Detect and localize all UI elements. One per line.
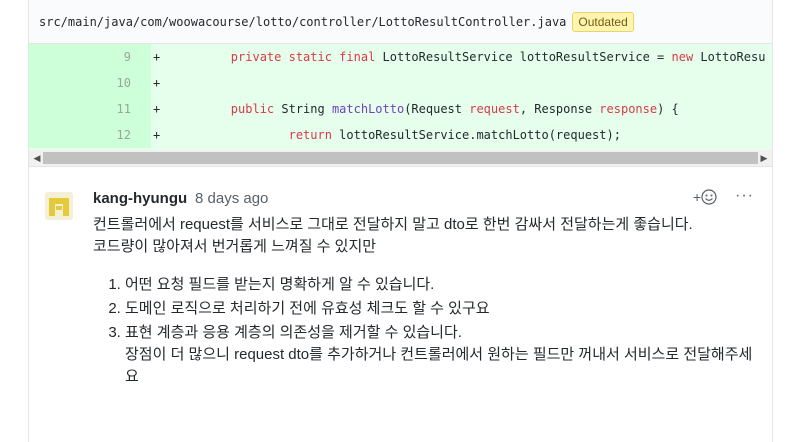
line-number-gutter: [133, 96, 151, 122]
scrollbar-thumb[interactable]: [43, 152, 758, 164]
scroll-right-arrow-icon[interactable]: ▶: [758, 151, 770, 165]
review-thread: src/main/java/com/woowacourse/lotto/cont…: [28, 0, 773, 442]
line-number[interactable]: 12: [29, 122, 133, 148]
diff-line: 9 + private static final LottoResultServi…: [29, 44, 772, 70]
code-content: public String matchLotto(Request request…: [173, 102, 679, 116]
smiley-icon: [701, 189, 717, 205]
comment-paragraph-1: 컨트롤러에서 request를 서비스로 그대로 전달하지 말고 dto로 한번…: [93, 216, 693, 233]
code-token: ) {: [657, 102, 679, 116]
code-token: (Request: [404, 102, 470, 116]
diff-line: 11 + public String matchLotto(Request req…: [29, 96, 772, 122]
file-path-link[interactable]: src/main/java/com/woowacourse/lotto/cont…: [39, 15, 566, 29]
more-options-button[interactable]: ···: [735, 187, 754, 205]
diff-line: 10 +: [29, 70, 772, 96]
code-token: LottoResultService lottoResultService =: [375, 50, 672, 64]
comment-list: 어떤 요청 필드를 받는지 명확하게 알 수 있습니다. 도메인 로직으로 처리…: [93, 274, 753, 388]
list-item-continuation: 장점이 더 많으니 request dto를 추가하거나 컨트롤러에서 원하는 …: [125, 346, 753, 385]
comment-timestamp[interactable]: 8 days ago: [195, 190, 268, 207]
list-item: 도메인 로직으로 처리하기 전에 유효성 체크도 할 수 있구요: [125, 298, 753, 320]
add-reaction-button[interactable]: +: [693, 189, 717, 205]
code-token: request: [469, 102, 520, 116]
code-token: return: [288, 128, 332, 142]
line-number[interactable]: 10: [29, 70, 133, 96]
line-number[interactable]: 9: [29, 44, 133, 70]
diff-view: 9 + private static final LottoResultServi…: [29, 44, 772, 150]
code-token: new: [671, 50, 694, 64]
add-reaction-label: +: [693, 189, 702, 205]
addition-marker: +: [153, 102, 161, 116]
scroll-left-arrow-icon[interactable]: ◀: [31, 151, 43, 165]
list-item: 어떤 요청 필드를 받는지 명확하게 알 수 있습니다.: [125, 274, 753, 296]
code-content: return lottoResultService.matchLotto(req…: [173, 128, 621, 142]
code-token: , Response: [519, 102, 600, 116]
horizontal-scrollbar[interactable]: ◀ ▶: [29, 150, 772, 167]
addition-marker: +: [153, 128, 161, 142]
line-number-gutter: [133, 122, 151, 148]
code-token: String: [274, 102, 332, 116]
line-number[interactable]: 11: [29, 96, 133, 122]
outdated-badge: Outdated: [572, 11, 634, 32]
list-item-text: 표현 계층과 응용 계층의 의존성을 제거할 수 있습니다.: [125, 324, 462, 341]
code-content: private static final LottoResultService …: [173, 50, 766, 64]
line-number-gutter: [133, 70, 151, 96]
line-number-gutter: [133, 44, 151, 70]
code-token: lottoResultService.matchLotto(request);: [331, 128, 621, 142]
review-comment: kang-hyungu 8 days ago + ··· 컨트롤러에서 requ…: [29, 167, 772, 442]
addition-marker: +: [153, 76, 161, 90]
diff-line: 12 + return lottoResultService.matchLotto…: [29, 122, 772, 148]
list-item: 표현 계층과 응용 계층의 의존성을 제거할 수 있습니다. 장점이 더 많으니…: [125, 322, 753, 388]
code-token: response: [599, 102, 658, 116]
addition-marker: +: [153, 50, 161, 64]
comment-author[interactable]: kang-hyungu: [93, 190, 187, 207]
file-header: src/main/java/com/woowacourse/lotto/cont…: [29, 0, 772, 44]
code-token: matchLotto: [331, 102, 405, 116]
code-token: LottoResu: [693, 50, 766, 64]
comment-paragraph-2: 코드량이 많아져서 번거롭게 느껴질 수 있지만: [93, 238, 377, 255]
avatar[interactable]: [45, 192, 73, 220]
code-token: private static final: [230, 50, 376, 64]
code-token: public: [230, 102, 275, 116]
comment-body: 컨트롤러에서 request를 서비스로 그대로 전달하지 말고 dto로 한번…: [93, 214, 753, 388]
